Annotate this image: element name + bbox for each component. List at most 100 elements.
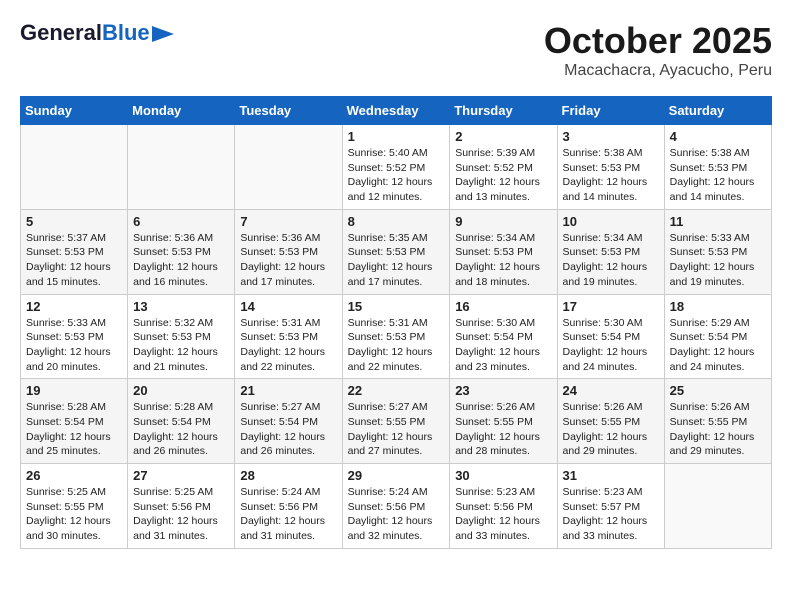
weekday-header-friday: Friday (557, 97, 664, 125)
calendar-cell: 7 Sunrise: 5:36 AM Sunset: 5:53 PM Daylig… (235, 209, 342, 294)
day-info: Sunrise: 5:26 AM Sunset: 5:55 PM Dayligh… (455, 400, 551, 459)
day-number: 31 (563, 468, 659, 483)
calendar-cell (664, 464, 771, 549)
day-number: 27 (133, 468, 229, 483)
logo-blue: Blue (102, 20, 150, 46)
day-number: 29 (348, 468, 445, 483)
day-number: 22 (348, 383, 445, 398)
day-number: 20 (133, 383, 229, 398)
location-subtitle: Macachacra, Ayacucho, Peru (544, 62, 772, 80)
day-info: Sunrise: 5:28 AM Sunset: 5:54 PM Dayligh… (26, 400, 122, 459)
calendar-cell: 28Sunrise: 5:24 AM Sunset: 5:56 PM Dayli… (235, 464, 342, 549)
calendar-cell: 15 Sunrise: 5:31 AM Sunset: 5:53 PM Dayli… (342, 294, 450, 379)
day-number: 18 (670, 299, 766, 314)
calendar-cell (21, 125, 128, 210)
day-number: 13 (133, 299, 229, 314)
day-number: 9 (455, 214, 551, 229)
day-number: 21 (240, 383, 336, 398)
day-info: Sunrise: 5:23 AM Sunset: 5:56 PM Dayligh… (455, 485, 551, 544)
day-info: Sunrise: 5:32 AM Sunset: 5:53 PM Dayligh… (133, 316, 229, 375)
weekday-header-saturday: Saturday (664, 97, 771, 125)
page-header: General Blue October 2025 Macachacra, Ay… (20, 20, 772, 80)
calendar-cell (235, 125, 342, 210)
day-info: Sunrise: 5:28 AM Sunset: 5:54 PM Dayligh… (133, 400, 229, 459)
day-info: Sunrise: 5:24 AM Sunset: 5:56 PM Dayligh… (348, 485, 445, 544)
day-number: 7 (240, 214, 336, 229)
day-info: Sunrise: 5:26 AM Sunset: 5:55 PM Dayligh… (670, 400, 766, 459)
day-number: 14 (240, 299, 336, 314)
calendar-cell: 18 Sunrise: 5:29 AM Sunset: 5:54 PM Dayli… (664, 294, 771, 379)
calendar-header-row: SundayMondayTuesdayWednesdayThursdayFrid… (21, 97, 772, 125)
weekday-header-thursday: Thursday (450, 97, 557, 125)
calendar-week-row: 12 Sunrise: 5:33 AM Sunset: 5:53 PM Dayli… (21, 294, 772, 379)
calendar-cell: 4Sunrise: 5:38 AM Sunset: 5:53 PM Daylig… (664, 125, 771, 210)
calendar-cell: 12 Sunrise: 5:33 AM Sunset: 5:53 PM Dayli… (21, 294, 128, 379)
day-info: Sunrise: 5:35 AM Sunset: 5:53 PM Dayligh… (348, 231, 445, 290)
weekday-header-monday: Monday (128, 97, 235, 125)
day-number: 23 (455, 383, 551, 398)
calendar-cell: 2 Sunrise: 5:39 AM Sunset: 5:52 PM Daylig… (450, 125, 557, 210)
day-number: 2 (455, 129, 551, 144)
title-block: October 2025 Macachacra, Ayacucho, Peru (544, 20, 772, 80)
calendar-table: SundayMondayTuesdayWednesdayThursdayFrid… (20, 96, 772, 549)
calendar-body: 1Sunrise: 5:40 AM Sunset: 5:52 PM Daylig… (21, 125, 772, 549)
day-info: Sunrise: 5:38 AM Sunset: 5:53 PM Dayligh… (563, 146, 659, 205)
day-info: Sunrise: 5:29 AM Sunset: 5:54 PM Dayligh… (670, 316, 766, 375)
day-info: Sunrise: 5:37 AM Sunset: 5:53 PM Dayligh… (26, 231, 122, 290)
day-info: Sunrise: 5:31 AM Sunset: 5:53 PM Dayligh… (240, 316, 336, 375)
day-info: Sunrise: 5:33 AM Sunset: 5:53 PM Dayligh… (670, 231, 766, 290)
logo-general: General (20, 20, 102, 46)
day-number: 28 (240, 468, 336, 483)
month-year-title: October 2025 (544, 20, 772, 62)
calendar-cell: 21 Sunrise: 5:27 AM Sunset: 5:54 PM Dayli… (235, 379, 342, 464)
calendar-cell: 5 Sunrise: 5:37 AM Sunset: 5:53 PM Daylig… (21, 209, 128, 294)
day-info: Sunrise: 5:27 AM Sunset: 5:54 PM Dayligh… (240, 400, 336, 459)
day-number: 26 (26, 468, 122, 483)
day-number: 5 (26, 214, 122, 229)
day-info: Sunrise: 5:34 AM Sunset: 5:53 PM Dayligh… (455, 231, 551, 290)
calendar-cell: 23 Sunrise: 5:26 AM Sunset: 5:55 PM Dayli… (450, 379, 557, 464)
day-info: Sunrise: 5:27 AM Sunset: 5:55 PM Dayligh… (348, 400, 445, 459)
calendar-week-row: 26 Sunrise: 5:25 AM Sunset: 5:55 PM Dayli… (21, 464, 772, 549)
day-number: 16 (455, 299, 551, 314)
logo: General Blue (20, 20, 174, 46)
calendar-cell: 8Sunrise: 5:35 AM Sunset: 5:53 PM Daylig… (342, 209, 450, 294)
calendar-cell: 22 Sunrise: 5:27 AM Sunset: 5:55 PM Dayli… (342, 379, 450, 464)
day-info: Sunrise: 5:39 AM Sunset: 5:52 PM Dayligh… (455, 146, 551, 205)
day-number: 10 (563, 214, 659, 229)
day-info: Sunrise: 5:25 AM Sunset: 5:55 PM Dayligh… (26, 485, 122, 544)
day-number: 6 (133, 214, 229, 229)
calendar-cell: 31Sunrise: 5:23 AM Sunset: 5:57 PM Dayli… (557, 464, 664, 549)
calendar-cell: 11Sunrise: 5:33 AM Sunset: 5:53 PM Dayli… (664, 209, 771, 294)
weekday-header-wednesday: Wednesday (342, 97, 450, 125)
day-number: 25 (670, 383, 766, 398)
calendar-cell: 3 Sunrise: 5:38 AM Sunset: 5:53 PM Daylig… (557, 125, 664, 210)
calendar-cell: 24 Sunrise: 5:26 AM Sunset: 5:55 PM Dayli… (557, 379, 664, 464)
calendar-cell: 17Sunrise: 5:30 AM Sunset: 5:54 PM Dayli… (557, 294, 664, 379)
calendar-cell: 20 Sunrise: 5:28 AM Sunset: 5:54 PM Dayli… (128, 379, 235, 464)
calendar-cell: 30 Sunrise: 5:23 AM Sunset: 5:56 PM Dayli… (450, 464, 557, 549)
calendar-cell: 6 Sunrise: 5:36 AM Sunset: 5:53 PM Daylig… (128, 209, 235, 294)
day-number: 15 (348, 299, 445, 314)
weekday-header-sunday: Sunday (21, 97, 128, 125)
day-info: Sunrise: 5:33 AM Sunset: 5:53 PM Dayligh… (26, 316, 122, 375)
calendar-cell: 14 Sunrise: 5:31 AM Sunset: 5:53 PM Dayli… (235, 294, 342, 379)
day-info: Sunrise: 5:26 AM Sunset: 5:55 PM Dayligh… (563, 400, 659, 459)
calendar-week-row: 19Sunrise: 5:28 AM Sunset: 5:54 PM Dayli… (21, 379, 772, 464)
day-number: 3 (563, 129, 659, 144)
day-number: 30 (455, 468, 551, 483)
calendar-cell: 19Sunrise: 5:28 AM Sunset: 5:54 PM Dayli… (21, 379, 128, 464)
day-number: 17 (563, 299, 659, 314)
logo-arrow-icon (152, 26, 174, 42)
day-number: 24 (563, 383, 659, 398)
calendar-cell: 25 Sunrise: 5:26 AM Sunset: 5:55 PM Dayli… (664, 379, 771, 464)
calendar-cell: 9 Sunrise: 5:34 AM Sunset: 5:53 PM Daylig… (450, 209, 557, 294)
day-info: Sunrise: 5:36 AM Sunset: 5:53 PM Dayligh… (133, 231, 229, 290)
day-info: Sunrise: 5:30 AM Sunset: 5:54 PM Dayligh… (455, 316, 551, 375)
day-info: Sunrise: 5:38 AM Sunset: 5:53 PM Dayligh… (670, 146, 766, 205)
day-info: Sunrise: 5:25 AM Sunset: 5:56 PM Dayligh… (133, 485, 229, 544)
day-info: Sunrise: 5:36 AM Sunset: 5:53 PM Dayligh… (240, 231, 336, 290)
day-number: 1 (348, 129, 445, 144)
day-number: 12 (26, 299, 122, 314)
day-info: Sunrise: 5:31 AM Sunset: 5:53 PM Dayligh… (348, 316, 445, 375)
